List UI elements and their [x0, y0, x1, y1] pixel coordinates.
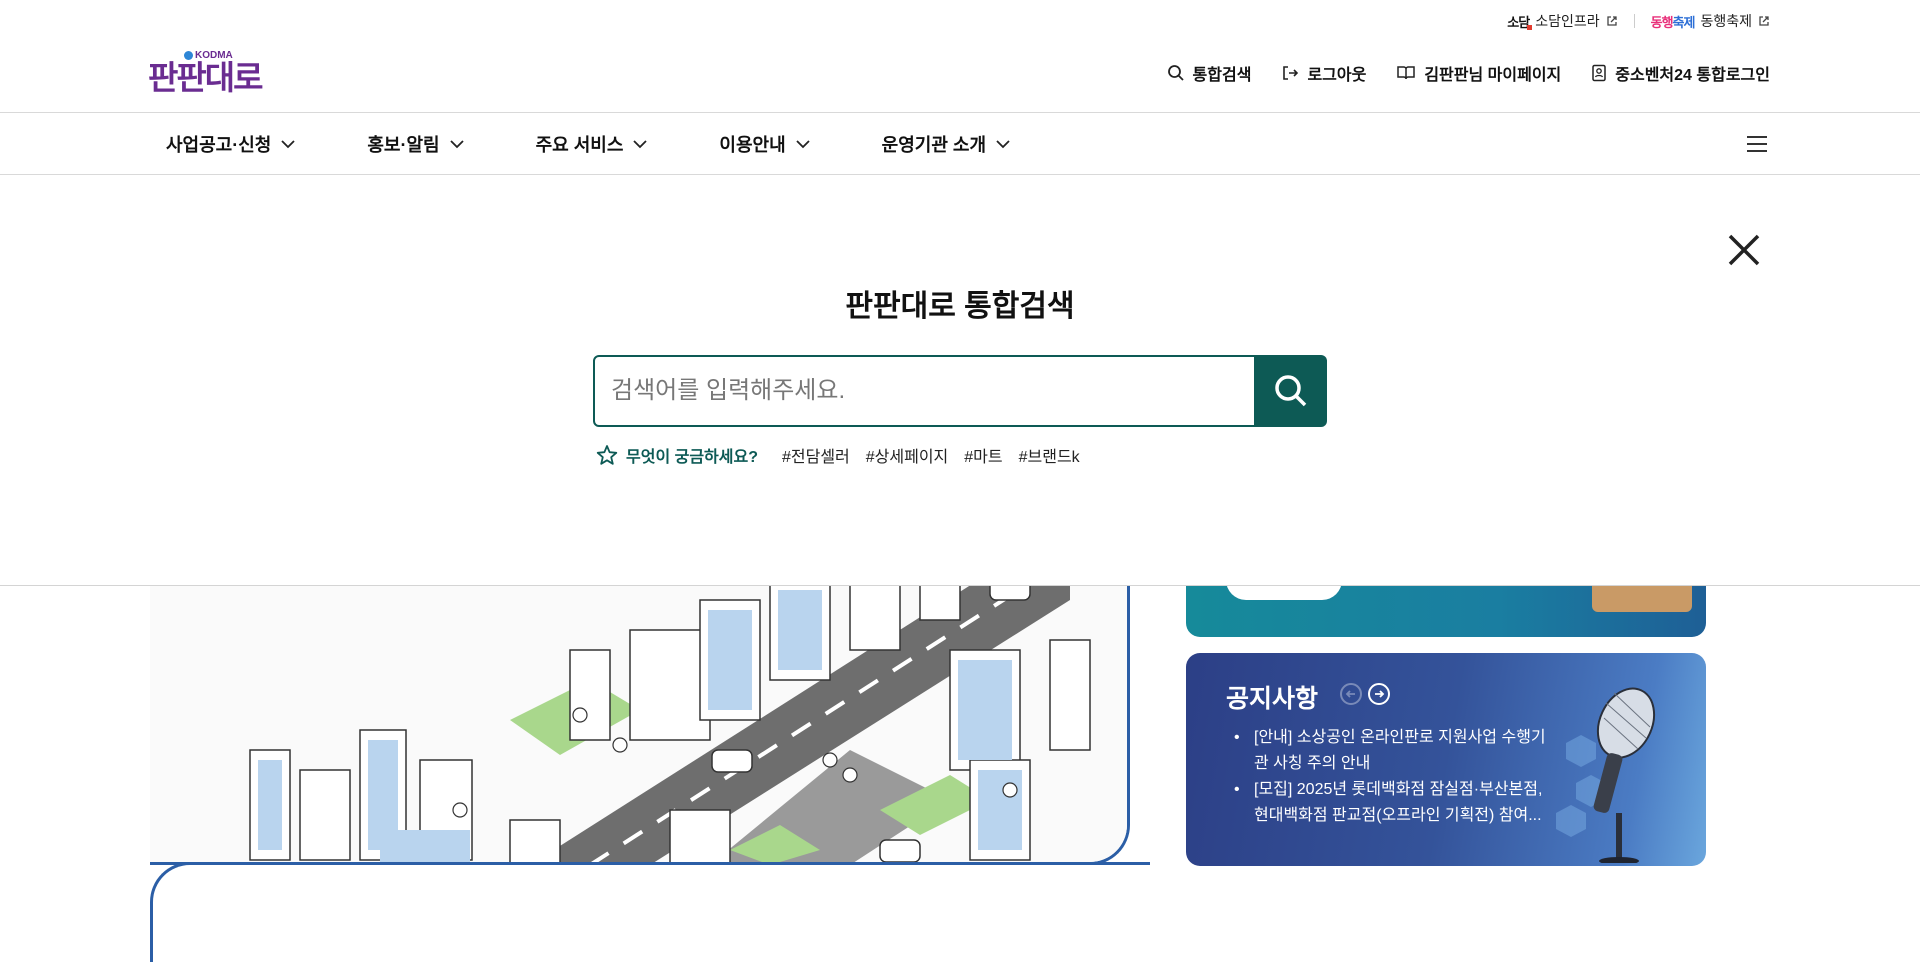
smes24-login-link[interactable]: 중소벤처24 통합로그인 — [1591, 61, 1770, 85]
nav-item-label: 사업공고·신청 — [166, 135, 272, 155]
nav-item-about[interactable]: 운영기관 소개 — [882, 131, 1010, 157]
hamburger-menu-icon[interactable] — [1746, 134, 1768, 154]
next-arrow-icon[interactable] — [1368, 683, 1390, 705]
search-overlay: 판판대로 통합검색 무엇이 궁금하세요? #전담셀러 #상세페이지 #마트 #브… — [0, 175, 1920, 586]
search-button[interactable] — [1254, 355, 1327, 427]
util-divider — [1633, 14, 1635, 28]
search-tag[interactable]: #상세페이지 — [866, 443, 949, 467]
search-tag[interactable]: #마트 — [964, 443, 1002, 467]
logo-text: 판판대로 — [148, 59, 263, 96]
mypage-link[interactable]: 김판판님 마이페이지 — [1396, 61, 1561, 85]
id-card-icon — [1592, 64, 1607, 82]
main-visual-illustration — [150, 560, 1130, 865]
external-link-icon — [1759, 16, 1769, 26]
chevron-down-icon — [796, 139, 810, 148]
integrated-search-link[interactable]: 통합검색 — [1167, 61, 1252, 85]
book-icon — [1397, 66, 1416, 80]
util-link-label: 동행축제 — [1700, 13, 1752, 29]
search-suggestions: 무엇이 궁금하세요? #전담셀러 #상세페이지 #마트 #브랜드k — [596, 443, 1096, 467]
logout-icon — [1283, 66, 1299, 80]
notice-item[interactable]: [모집] 2025년 롯데백화점 잠실점·부산본점, 현대백화점 판교점(오프라… — [1234, 777, 1554, 829]
header-link-label: 김판판님 마이페이지 — [1424, 67, 1562, 84]
header-links: 통합검색 로그아웃 김판판님 마이페이지 중소벤처24 통합로그인 — [1167, 61, 1770, 85]
search-tag[interactable]: #전담셀러 — [782, 443, 850, 467]
chevron-down-icon — [996, 139, 1010, 148]
chevron-down-icon — [281, 139, 295, 148]
notice-title: 공지사항 — [1226, 685, 1319, 713]
city-illustration — [150, 560, 1127, 862]
external-link-icon — [1606, 16, 1617, 26]
nav-item-business-notice[interactable]: 사업공고·신청 — [166, 131, 295, 157]
header-link-label: 통합검색 — [1192, 67, 1252, 84]
notice-list: [안내] 소상공인 온라인판로 지원사업 수행기관 사칭 주의 안내 [모집] … — [1234, 725, 1554, 829]
nav-item-services[interactable]: 주요 서비스 — [536, 131, 648, 157]
search-box — [593, 355, 1256, 427]
donghaeng-logo: 동행축제 — [1650, 14, 1696, 30]
nav-item-label: 운영기관 소개 — [881, 135, 987, 155]
close-icon[interactable] — [1726, 232, 1762, 268]
search-input[interactable] — [595, 357, 1254, 425]
header-link-label: 로그아웃 — [1307, 67, 1367, 84]
nav-item-label: 홍보·알림 — [367, 135, 440, 155]
donghaeng-festival-link[interactable]: 동행축제 동행축제 — [1651, 11, 1770, 31]
nav-item-label: 이용안내 — [719, 135, 786, 155]
utility-links: 소담 소담인프라 동행축제 동행축제 — [1507, 8, 1770, 34]
main-navigation: 사업공고·신청 홍보·알림 주요 서비스 이용안내 운영기관 소개 — [0, 113, 1920, 175]
util-link-label: 소담인프라 — [1535, 13, 1600, 29]
notice-panel: 공지사항 [안내] 소상공인 온라인판로 지원사업 수행기관 사칭 주의 안내 … — [1186, 653, 1706, 866]
suggestion-prompt: 무엇이 궁금하세요? — [596, 443, 758, 467]
bottom-content-card — [150, 862, 1150, 962]
logout-link[interactable]: 로그아웃 — [1281, 61, 1366, 85]
chevron-down-icon — [633, 139, 648, 148]
search-title: 판판대로 통합검색 — [845, 290, 1075, 323]
nav-item-label: 주요 서비스 — [535, 135, 624, 155]
kodma-badge: KODMA — [184, 50, 233, 61]
search-icon — [1274, 375, 1306, 407]
notice-item[interactable]: [안내] 소상공인 온라인판로 지원사업 수행기관 사칭 주의 안내 — [1234, 725, 1554, 777]
site-header: 소담 소담인프라 동행축제 동행축제 KODMA 판판대로 통합검색 로그아웃 … — [0, 0, 1920, 113]
nav-item-promotion[interactable]: 홍보·알림 — [367, 131, 464, 157]
header-link-label: 중소벤처24 통합로그인 — [1615, 67, 1770, 84]
sodam-logo: 소담 — [1507, 12, 1533, 31]
chevron-down-icon — [449, 139, 464, 148]
search-icon — [1167, 65, 1184, 81]
suggestion-prompt-label: 무엇이 궁금하세요? — [626, 449, 758, 466]
search-tag[interactable]: #브랜드k — [1019, 443, 1080, 467]
microphone-image — [1556, 687, 1656, 863]
prev-arrow-icon[interactable] — [1340, 683, 1362, 705]
sodam-infra-link[interactable]: 소담 소담인프라 — [1507, 11, 1617, 31]
star-icon — [596, 445, 618, 465]
site-logo[interactable]: KODMA 판판대로 — [148, 50, 268, 94]
nav-item-guide[interactable]: 이용안내 — [719, 131, 810, 157]
